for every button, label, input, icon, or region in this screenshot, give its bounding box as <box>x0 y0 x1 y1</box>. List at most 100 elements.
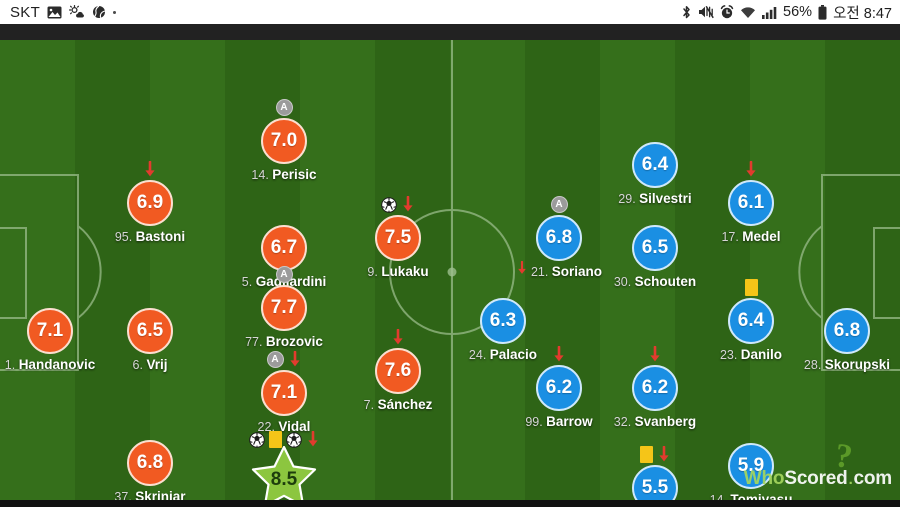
substitution-off-icon <box>744 160 758 179</box>
app-bar-strip <box>0 24 900 40</box>
player-name-row: 77. Brozovic <box>224 331 344 349</box>
player-rating-bubble[interactable]: 5.5 <box>632 465 678 500</box>
player-name-row: 9. Lukaku <box>338 261 458 279</box>
player-name: 23. Danilo <box>719 347 783 362</box>
player-badges: A <box>224 265 344 284</box>
player-card-skorupski[interactable]: 6.8 28. Skorupski <box>787 288 900 372</box>
player-rating-bubble[interactable]: 6.4 <box>728 298 774 344</box>
player-number: 24. <box>468 348 490 362</box>
player-rating-bubble[interactable]: 7.7 <box>261 285 307 331</box>
yellow-card-icon <box>744 279 758 296</box>
weather-icon <box>69 5 85 19</box>
player-badges <box>224 205 344 224</box>
carrier-label: SKT <box>10 3 41 21</box>
player-rating-bubble[interactable]: 7.0 <box>261 118 307 164</box>
player-card-hakimi[interactable]: 8.52. Hakimi <box>224 430 344 500</box>
player-rating: 6.7 <box>270 237 298 258</box>
wifi-icon <box>740 6 756 19</box>
player-rating: 6.2 <box>545 377 573 398</box>
player-badges <box>691 423 811 442</box>
player-rating: 6.9 <box>136 192 164 213</box>
player-name: 29. Silvestri <box>618 191 692 206</box>
player-rating-bubble[interactable]: 6.2 <box>632 365 678 411</box>
player-number: 28. <box>803 358 825 372</box>
player-rating-bubble[interactable]: 6.4 <box>632 142 678 188</box>
man-of-the-match-star[interactable]: 8.5 <box>251 446 317 500</box>
player-name: 7. Sánchez <box>363 397 433 412</box>
player-card-vidal[interactable]: A 7.1 22. Vidal <box>224 350 344 434</box>
battery-percent: 56% <box>783 4 813 20</box>
player-rating-bubble[interactable]: 6.5 <box>127 308 173 354</box>
player-number: 95. <box>114 230 136 244</box>
status-bar-left: SKT <box>10 3 117 21</box>
player-badges <box>443 278 563 297</box>
player-name-row: 6. Vrij <box>90 354 210 372</box>
player-rating-bubble[interactable]: 6.2 <box>536 365 582 411</box>
player-rating-bubble[interactable]: 6.3 <box>480 298 526 344</box>
player-rating-bubble[interactable]: 6.5 <box>632 225 678 271</box>
pitch-formation-view: 7.1 1. Handanovic 6.5 6. Vrij 6.9 95. Bastoni… <box>0 40 900 500</box>
player-rating: 7.0 <box>270 130 298 151</box>
player-name: 9. Lukaku <box>367 264 429 279</box>
player-rating: 7.6 <box>384 360 412 381</box>
assist-icon: A <box>266 351 284 368</box>
substitution-off-icon <box>391 328 405 347</box>
player-name: 99. Barrow <box>525 414 593 429</box>
dot-icon <box>113 10 117 14</box>
player-rating: 7.1 <box>270 382 298 403</box>
player-name: 21. Soriano <box>530 264 603 279</box>
player-card-skriniar[interactable]: 6.8 37. Skriniar <box>90 420 210 500</box>
player-rating: 7.5 <box>384 227 412 248</box>
player-number: 6. <box>132 358 147 372</box>
player-card-sanchez[interactable]: 7.6 7. Sánchez <box>338 328 458 412</box>
player-name-row: 7. Sánchez <box>338 394 458 412</box>
player-rating-bubble[interactable]: 6.9 <box>127 180 173 226</box>
player-number: 29. <box>618 192 640 206</box>
substitution-off-icon <box>552 345 566 364</box>
assist-icon: A <box>550 196 568 213</box>
player-card-bastoni[interactable]: 6.9 95. Bastoni <box>90 160 210 244</box>
player-rating-bubble[interactable]: 7.1 <box>27 308 73 354</box>
player-badges <box>90 160 210 179</box>
player-number: 1. <box>4 358 19 372</box>
goal-ball-icon <box>381 196 397 213</box>
player-badges <box>338 328 458 347</box>
player-name: 28. Skorupski <box>803 357 891 372</box>
player-rating-bubble[interactable]: 7.6 <box>375 348 421 394</box>
player-rating-bubble[interactable]: 6.8 <box>536 215 582 261</box>
player-badges <box>595 122 715 141</box>
player-rating: 6.8 <box>136 452 164 473</box>
player-rating-bubble[interactable]: 6.8 <box>127 440 173 486</box>
player-rating-bubble[interactable]: 7.5 <box>375 215 421 261</box>
player-name: 37. Skriniar <box>114 489 185 500</box>
player-name-row: 14. Perisic <box>224 164 344 182</box>
player-card-vrij[interactable]: 6.5 6. Vrij <box>90 288 210 372</box>
player-badges <box>90 420 210 439</box>
player-rating-bubble[interactable]: 6.1 <box>728 180 774 226</box>
player-rating-bubble[interactable]: 6.8 <box>824 308 870 354</box>
assist-icon: A <box>275 99 293 116</box>
player-number: 37. <box>114 490 136 500</box>
android-status-bar: SKT 56% 오전 8:47 <box>0 0 900 24</box>
player-number: 21. <box>530 265 552 279</box>
player-name: 14. Perisic <box>251 167 317 182</box>
player-name-row: 14. Tomiyasu <box>691 489 811 500</box>
player-name: 14. Tomiyasu <box>710 492 793 500</box>
player-card-medel[interactable]: 6.1 17. Medel <box>691 160 811 244</box>
player-number: 77. <box>245 335 266 349</box>
player-name-row: 37. Skriniar <box>90 486 210 500</box>
player-rating: 6.1 <box>737 192 765 213</box>
player-card-lukaku[interactable]: 7.5 9. Lukaku <box>338 195 458 279</box>
player-badges: A <box>224 98 344 117</box>
player-rating-bubble[interactable]: 7.1 <box>261 370 307 416</box>
player-number: 7. <box>363 398 378 412</box>
alarm-icon <box>720 5 734 19</box>
player-card-perisic[interactable]: A 7.0 14. Perisic <box>224 98 344 182</box>
substitution-off-icon <box>401 195 415 214</box>
player-card-brozovic[interactable]: A 7.7 77. Brozovic <box>224 265 344 349</box>
player-number: 14. <box>709 493 731 500</box>
player-badges <box>691 160 811 179</box>
player-number: 17. <box>721 230 743 244</box>
player-name: 95. Bastoni <box>114 229 186 244</box>
image-icon <box>47 6 62 19</box>
